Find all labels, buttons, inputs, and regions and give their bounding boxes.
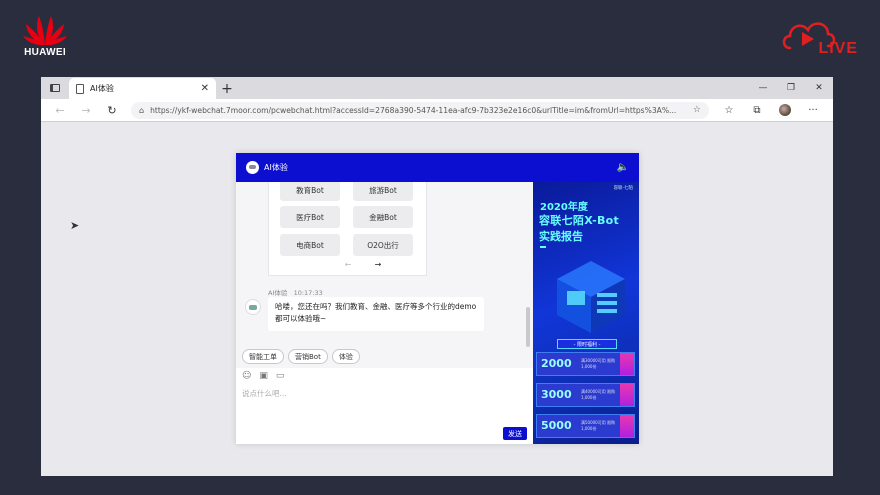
refresh-button[interactable]: ↻ [99,100,125,120]
quick-reply-smart-ticket[interactable]: 智能工单 [242,349,284,364]
coupon-desc: 满50000可用 限购1,000份 [581,420,615,431]
coupon-tag [620,384,634,406]
chat-widget: AI体验 🔈 教育Bot 旅游Bot 医疗Bot 金融Bot 电商Bot O2O… [236,153,639,444]
home-icon: ⌂ [139,105,145,115]
card-pager: ← → [333,260,393,269]
huawei-wordmark: HUAWEI [24,47,66,58]
coupon-3000[interactable]: 3000 满40000可用 限购1,000份 [536,383,635,407]
profile-button[interactable] [771,100,799,120]
coupon-tag [620,353,634,375]
bot-option-education[interactable]: 教育Bot [280,182,340,201]
address-bar-row: ← → ↻ ⌂ https://ykf-webchat.7moor.com/pc… [41,99,833,122]
coupon-desc: 满40000可用 限购1,000份 [581,389,615,400]
mouse-cursor-icon: ➤ [70,219,80,232]
restore-button[interactable]: ❐ [777,77,805,99]
tab-bar: AI体验 ✕ + — ❐ ✕ [41,77,833,99]
prev-page-icon[interactable]: ← [345,260,352,269]
quick-replies: 智能工单 营销Bot 体验 [242,349,360,364]
url-input[interactable]: ⌂ https://ykf-webchat.7moor.com/pcwebcha… [131,101,709,119]
ad-title-report: 实践报告 [539,230,583,243]
bot-option-finance[interactable]: 金融Bot [353,206,413,228]
favorites-button[interactable]: ☆ [715,100,743,120]
message-time: 10:17:33 [293,289,323,297]
ad-title-product: 容联七陌X-Bot [539,214,620,227]
chat-scrollbar[interactable] [526,307,530,347]
live-logo: LIVE [780,16,860,60]
back-button[interactable]: ← [47,100,73,120]
live-wordmark: LIVE [818,40,858,57]
send-button[interactable]: 发送 [503,427,527,440]
coupon-2000[interactable]: 2000 满30000可用 限购1,000份 [536,352,635,376]
huawei-petal-icon [23,16,67,46]
forward-button[interactable]: → [73,100,99,120]
bot-option-medical[interactable]: 医疗Bot [280,206,340,228]
chat-title: AI体验 [264,163,288,172]
close-window-button[interactable]: ✕ [805,77,833,99]
bot-avatar [245,299,261,315]
message-meta: AI体验 10:17:33 [268,287,323,297]
avatar [779,104,791,116]
bot-option-travel[interactable]: 旅游Bot [353,182,413,201]
page-content: ➤ AI体验 🔈 教育Bot 旅游Bot 医疗Bot 金融Bot 电商Bot O… [41,122,833,476]
quick-reply-experience[interactable]: 体验 [331,349,360,364]
coupon-tag [620,415,634,437]
server-illustration-icon [557,261,625,333]
chat-messages: 教育Bot 旅游Bot 医疗Bot 金融Bot 电商Bot O2O出行 ← → … [236,182,533,368]
speaker-icon[interactable]: 🔈 [617,162,629,173]
ad-offer-title: - 限时福利 - [557,339,617,349]
next-page-icon[interactable]: → [375,260,382,269]
bot-avatar-icon [246,161,259,174]
emoji-icon[interactable]: ☺ [242,371,251,381]
browser-window: AI体验 ✕ + — ❐ ✕ ← → ↻ ⌂ https://ykf-webch… [41,77,833,476]
tab-title: AI体验 [90,84,114,93]
quick-reply-marketing-bot[interactable]: 营销Bot [288,349,328,364]
bot-menu-card: 教育Bot 旅游Bot 医疗Bot 金融Bot 电商Bot O2O出行 ← → [268,182,427,276]
ad-divider [540,246,546,248]
document-icon [76,83,84,94]
bot-option-o2o[interactable]: O2O出行 [353,234,413,256]
coupon-desc: 满30000可用 限购1,000份 [581,358,615,369]
image-icon[interactable]: ▣ [259,371,268,381]
message-input[interactable]: 说点什么吧... [242,388,287,399]
coupon-amount: 3000 [541,388,572,401]
coupon-amount: 2000 [541,357,572,370]
ad-title-year: 2020年度 [540,202,588,213]
close-tab-icon[interactable]: ✕ [201,83,209,94]
collections-button[interactable]: ⧉ [743,100,771,120]
add-favorite-icon[interactable]: ☆ [693,105,701,115]
message-sender: AI体验 [268,289,288,297]
settings-menu-button[interactable]: ··· [799,100,827,120]
huawei-logo: HUAWEI [20,12,70,62]
sidebar-icon [50,84,60,92]
promo-banner[interactable]: 容联·七陌 2020年度 容联七陌X-Bot 实践报告 - 限时福利 - 200… [533,182,639,444]
url-text: https://ykf-webchat.7moor.com/pcwebchat.… [150,105,677,115]
bot-option-ecommerce[interactable]: 电商Bot [280,234,340,256]
tab-actions-button[interactable] [41,77,69,99]
chat-input-area: ☺ ▣ ▭ 说点什么吧... 发送 [236,368,533,444]
message-bubble: 哈喽，您还在吗？我们教育、金融、医疗等多个行业的demo都可以体验哦~ [268,297,484,331]
tab-ai-experience[interactable]: AI体验 ✕ [69,78,216,99]
folder-icon[interactable]: ▭ [276,371,285,381]
minimize-button[interactable]: — [749,77,777,99]
chat-header: AI体验 🔈 [236,153,639,182]
coupon-5000[interactable]: 5000 满50000可用 限购1,000份 [536,414,635,438]
window-controls: — ❐ ✕ [749,77,833,99]
input-toolbar: ☺ ▣ ▭ [242,371,284,381]
coupon-amount: 5000 [541,419,572,432]
new-tab-button[interactable]: + [216,78,238,99]
ad-brand: 容联·七陌 [613,186,633,191]
